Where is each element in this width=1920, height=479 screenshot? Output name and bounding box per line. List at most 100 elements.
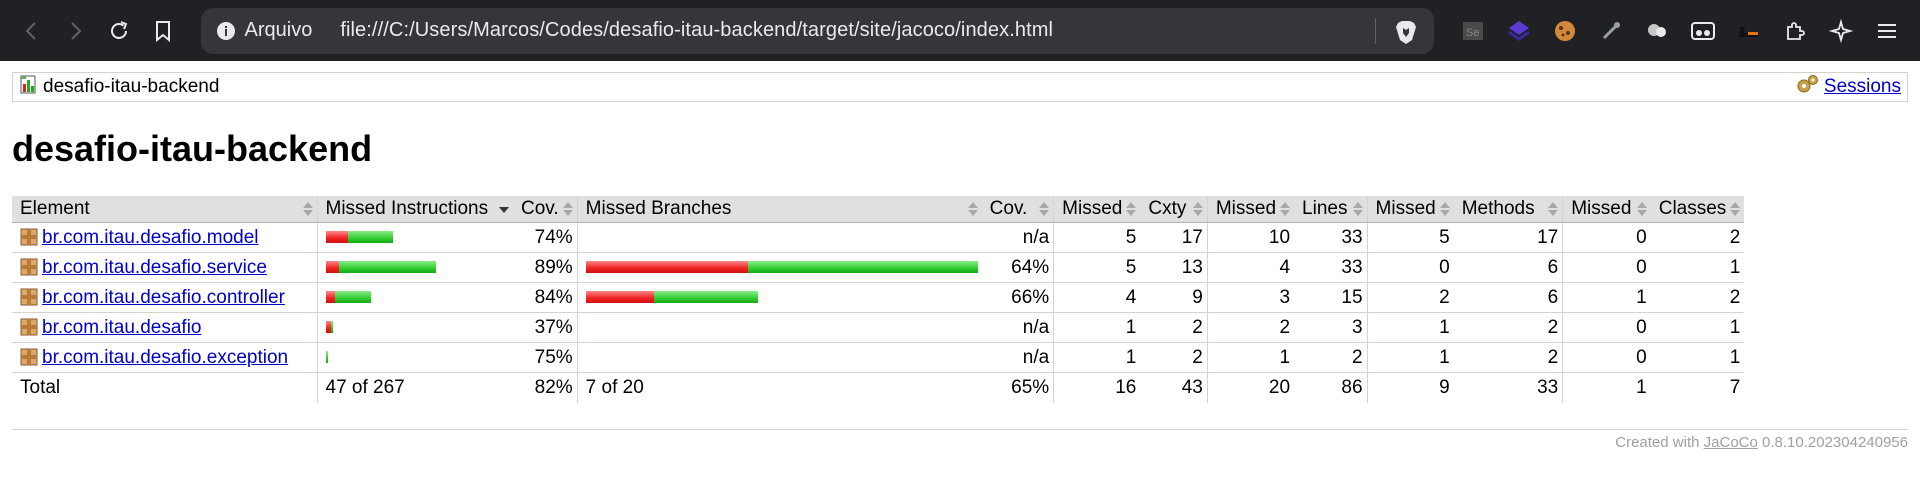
- header-missed-instructions[interactable]: Missed Instructions: [316, 196, 513, 223]
- missed-classes: 0: [1562, 342, 1651, 373]
- classes: 1: [1650, 312, 1745, 343]
- coverage-bar: [585, 291, 758, 304]
- footer-version: 0.8.10.202304240956: [1762, 433, 1908, 451]
- selenium-extension-icon[interactable]: Se: [1450, 9, 1496, 53]
- back-button[interactable]: [10, 9, 54, 53]
- missed-lines: 2: [1206, 312, 1295, 343]
- sort-icon: [1352, 201, 1363, 217]
- layers-extension-icon[interactable]: [1496, 9, 1542, 53]
- extensions-puzzle-icon[interactable]: [1772, 9, 1818, 53]
- total-classes: 7: [1650, 372, 1745, 403]
- table-row: br.com.itau.desafio.service 89% 64% 5 13 4 33 0…: [12, 252, 1745, 283]
- header-missed-cxty[interactable]: Missed: [1053, 196, 1141, 223]
- missed-branches-bar: [576, 282, 982, 313]
- bookmark-button[interactable]: [141, 9, 185, 53]
- branch-cov: 66%: [981, 282, 1054, 313]
- methods: 2: [1453, 342, 1563, 373]
- forward-arrow-icon: [71, 21, 82, 40]
- forward-button[interactable]: [54, 9, 98, 53]
- header-missed-classes[interactable]: Missed: [1562, 196, 1651, 223]
- cookie-extension-icon[interactable]: [1542, 9, 1588, 53]
- satellite-extension-icon[interactable]: [1588, 9, 1634, 53]
- classes: 2: [1650, 282, 1745, 313]
- missed-instructions-bar: [316, 312, 513, 343]
- sessions-link[interactable]: Sessions: [1824, 76, 1901, 98]
- table-row: br.com.itau.desafio.controller 84% 66% 4 9 3 1…: [12, 282, 1745, 313]
- table-row: br.com.itau.desafio.model 74% n/a 5 17 10 33 5 1…: [12, 222, 1745, 253]
- total-missed-lines: 20: [1206, 372, 1295, 403]
- header-lines[interactable]: Lines: [1294, 196, 1368, 223]
- leo-ai-icon[interactable]: [1818, 9, 1864, 53]
- hat-extension-icon[interactable]: [1726, 9, 1772, 53]
- lines: 15: [1294, 282, 1368, 313]
- site-label: Arquivo: [244, 19, 313, 41]
- total-branch-cov: 65%: [981, 372, 1054, 403]
- missed-branches-bar: [576, 252, 982, 283]
- url-text[interactable]: file:///C:/Users/Marcos/Codes/desafio-it…: [340, 19, 1053, 42]
- branch-cov: 64%: [981, 252, 1054, 283]
- sort-icon: [1280, 201, 1291, 217]
- jacoco-link[interactable]: JaCoCo: [1704, 434, 1758, 451]
- total-instr: 47 of 267: [316, 372, 513, 403]
- browser-toolbar: Arquivo file:///C:/Users/Marcos/Codes/de…: [0, 0, 1920, 61]
- missed-instructions-bar: [316, 282, 513, 313]
- bar-covered-segment: [747, 261, 978, 274]
- brave-shield-icon[interactable]: [1392, 18, 1420, 46]
- package-icon: [20, 318, 38, 336]
- header-missed-lines[interactable]: Missed: [1206, 196, 1295, 223]
- lines: 2: [1294, 342, 1368, 373]
- missed-methods: 0: [1366, 252, 1454, 283]
- element-cell: br.com.itau.desafio.service: [12, 252, 317, 283]
- reload-button[interactable]: [97, 9, 141, 53]
- missed-classes: 0: [1562, 252, 1651, 283]
- package-icon: [20, 228, 38, 246]
- missed-classes: 0: [1562, 312, 1651, 343]
- header-cxty[interactable]: Cxty: [1140, 196, 1208, 223]
- header-methods[interactable]: Methods: [1453, 196, 1563, 223]
- total-instr-cov: 82%: [513, 372, 578, 403]
- urlbar-divider: [1375, 17, 1377, 44]
- sessions-icon: [1796, 74, 1820, 100]
- header-element[interactable]: Element: [12, 196, 317, 223]
- cxty: 2: [1140, 342, 1208, 373]
- header-instr-cov[interactable]: Cov.: [513, 196, 578, 223]
- header-classes[interactable]: Classes: [1650, 196, 1745, 223]
- table-row: br.com.itau.desafio 37% n/a 1 2 2 3 1 2 0 1: [12, 312, 1745, 343]
- total-missed-cxty: 16: [1053, 372, 1141, 403]
- bubbles-extension-icon[interactable]: [1634, 9, 1680, 53]
- goggles-extension-icon[interactable]: [1680, 9, 1726, 53]
- header-missed-methods[interactable]: Missed: [1366, 196, 1454, 223]
- bar-covered-segment: [338, 261, 436, 274]
- missed-methods: 5: [1366, 222, 1454, 253]
- footer: Created with JaCoCo 0.8.10.202304240956: [12, 434, 1908, 451]
- coverage-table: Element Missed Instructions Cov. Missed …: [12, 196, 1745, 403]
- package-link[interactable]: br.com.itau.desafio: [42, 317, 201, 338]
- address-bar[interactable]: Arquivo file:///C:/Users/Marcos/Codes/de…: [200, 7, 1435, 54]
- menu-icon[interactable]: [1864, 9, 1910, 53]
- package-link[interactable]: br.com.itau.desafio.service: [42, 257, 267, 278]
- sort-icon: [562, 201, 573, 217]
- package-link[interactable]: br.com.itau.desafio.exception: [42, 347, 288, 368]
- sort-icon: [302, 201, 313, 217]
- bar-covered-segment: [325, 351, 328, 364]
- report-icon: [19, 74, 39, 100]
- cxty: 9: [1140, 282, 1208, 313]
- header-missed-branches[interactable]: Missed Branches: [576, 196, 982, 223]
- header-branch-cov[interactable]: Cov.: [981, 196, 1054, 223]
- info-icon[interactable]: [215, 20, 237, 42]
- instr-cov: 84%: [513, 282, 578, 313]
- missed-instructions-bar: [316, 342, 513, 373]
- branch-cov: n/a: [981, 222, 1054, 253]
- classes: 1: [1650, 342, 1745, 373]
- breadcrumb-project: desafio-itau-backend: [43, 76, 220, 97]
- package-link[interactable]: br.com.itau.desafio.controller: [42, 287, 285, 308]
- sort-icon: [1548, 201, 1559, 217]
- total-row: Total 47 of 267 82% 7 of 20 65% 16 43 20…: [12, 372, 1745, 403]
- sort-icon: [1039, 201, 1050, 217]
- package-link[interactable]: br.com.itau.desafio.model: [42, 227, 259, 248]
- cxty: 2: [1140, 312, 1208, 343]
- missed-instructions-bar: [316, 222, 513, 253]
- sort-icon: [1636, 201, 1647, 217]
- branch-cov: n/a: [981, 342, 1054, 373]
- page-title: desafio-itau-backend: [12, 128, 373, 169]
